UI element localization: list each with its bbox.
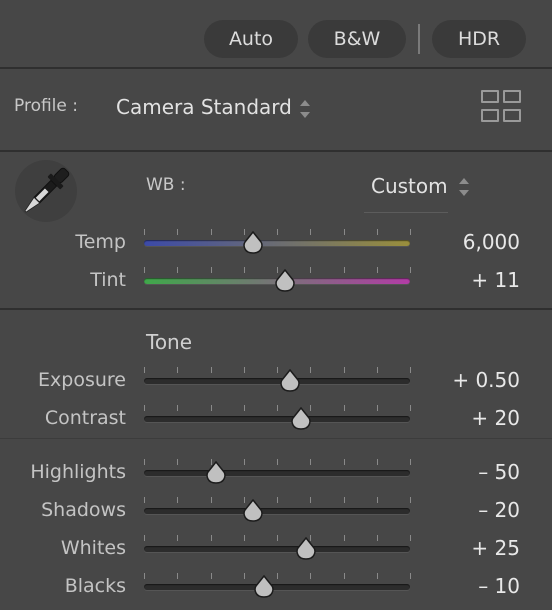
highlights-slider-thumb[interactable] [205,460,227,485]
blacks-value[interactable]: – 10 [400,574,520,598]
wb-updown-icon[interactable] [459,178,469,196]
temp-value[interactable]: 6,000 [400,230,520,254]
exposure-slider-track[interactable] [144,378,410,384]
tint-value[interactable]: + 11 [400,268,520,292]
whites-slider-thumb[interactable] [295,536,317,561]
highlights-slider-track[interactable] [144,470,410,476]
highlights-slider-ticks [144,459,411,465]
blacks-slider-track[interactable] [144,584,410,590]
wb-select[interactable]: Custom [371,174,448,198]
section-divider [0,308,552,310]
divider [418,24,420,54]
temp-slider-ticks [144,229,411,235]
profile-label: Profile : [14,96,78,116]
contrast-value[interactable]: + 20 [400,406,520,430]
shadows-label: Shadows [41,499,126,521]
temp-slider-thumb[interactable] [242,230,264,255]
contrast-slider-thumb[interactable] [290,406,312,431]
whites-slider-track[interactable] [144,546,410,552]
exposure-value[interactable]: + 0.50 [400,368,520,392]
shadows-value[interactable]: – 20 [400,498,520,522]
wb-select-underline [364,212,448,213]
shadows-slider-ticks [144,497,411,503]
exposure-label: Exposure [38,369,126,391]
tone-heading: Tone [146,330,193,354]
profile-browser-icon[interactable] [481,90,521,122]
bw-button[interactable]: B&W [308,20,406,58]
blacks-label: Blacks [64,575,126,597]
temp-label: Temp [75,231,126,253]
profile-select[interactable]: Camera Standard [116,95,292,119]
exposure-slider-thumb[interactable] [279,368,301,393]
shadows-slider-track[interactable] [144,508,410,514]
contrast-slider-track[interactable] [144,416,410,422]
whites-slider-ticks [144,535,411,541]
basic-panel: Auto B&W HDR Profile : Camera Standard W… [0,0,552,610]
hdr-button[interactable]: HDR [432,20,526,58]
exposure-slider-ticks [144,367,411,373]
highlights-value[interactable]: – 50 [400,460,520,484]
highlights-label: Highlights [30,461,126,483]
contrast-label: Contrast [44,407,126,429]
tint-label: Tint [90,269,126,291]
tint-slider-thumb[interactable] [274,268,296,293]
shadows-slider-thumb[interactable] [242,498,264,523]
profile-updown-icon[interactable] [300,100,310,118]
section-divider [0,67,552,69]
temp-slider-track[interactable] [144,240,410,246]
tone-subdivider [0,438,552,439]
contrast-slider-ticks [144,405,411,411]
section-divider [0,150,552,152]
wb-selector-button[interactable] [15,160,77,222]
whites-label: Whites [60,537,126,559]
auto-button[interactable]: Auto [204,20,298,58]
whites-value[interactable]: + 25 [400,536,520,560]
blacks-slider-ticks [144,573,411,579]
wb-label: WB : [146,175,186,195]
blacks-slider-thumb[interactable] [253,574,275,599]
eyedropper-icon [24,167,70,213]
